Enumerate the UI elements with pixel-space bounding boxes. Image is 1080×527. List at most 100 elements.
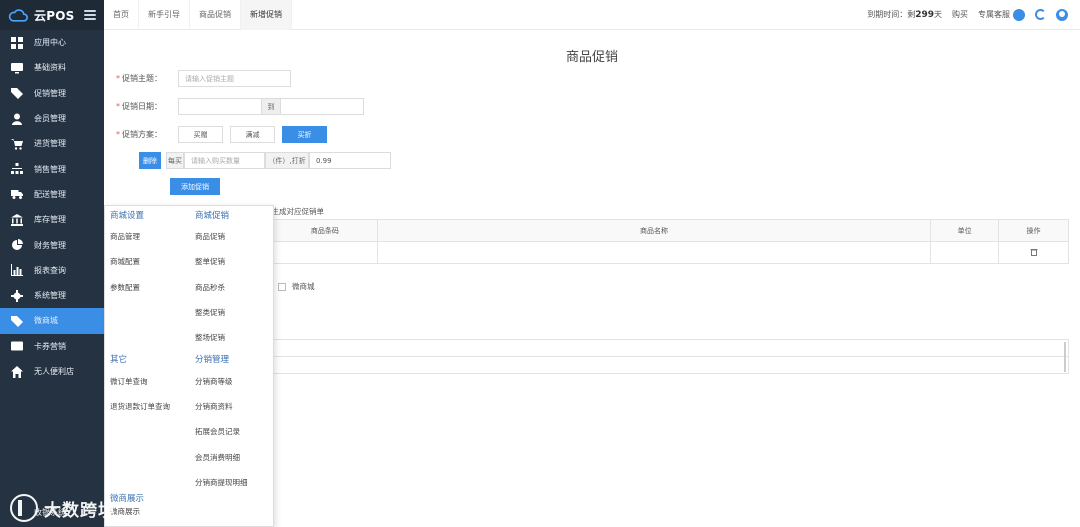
support-link[interactable]: 专属客服 [978, 8, 1025, 21]
sidebar-item-label: 卡券营销 [34, 341, 66, 351]
end-date-input[interactable] [280, 98, 364, 115]
monitor-icon [10, 62, 24, 74]
sidebar-item-9[interactable]: 报表查询 [0, 258, 104, 283]
menu-item[interactable]: 参数配置 [110, 275, 195, 300]
menu-item[interactable]: 商品管理 [110, 224, 195, 249]
sidebar-item-10[interactable]: 系统管理 [0, 283, 104, 308]
date-row: * 促销日期： 到 [116, 98, 364, 115]
renew-link[interactable]: 购买 [952, 9, 968, 20]
menu-item[interactable]: 分销商提现明细 [195, 470, 280, 495]
sidebar-item-13[interactable]: 无人便利店 [0, 359, 104, 384]
table-header-row: 商品条码 商品名称 单位 操作 [272, 219, 1069, 242]
wechat-mall-label: 微商城 [292, 282, 315, 291]
product-table: 商品条码 商品名称 单位 操作 [272, 219, 1069, 264]
sidebar-item-3[interactable]: 会员管理 [0, 106, 104, 131]
bank-icon [10, 213, 24, 226]
sidebar-item-label: 财务管理 [34, 240, 66, 250]
tab-0[interactable]: 首页 [104, 0, 139, 30]
sidebar-item-11[interactable]: 微商城 [0, 308, 104, 334]
date-separator: 到 [262, 98, 280, 115]
hierarchy-icon [10, 163, 24, 175]
menu-item[interactable]: 分销商等级 [195, 368, 280, 393]
brand-bar: 云POS [0, 0, 104, 30]
sidebar-item-4[interactable]: 进货管理 [0, 131, 104, 156]
wechat-mall-option[interactable]: 微商城 [278, 281, 315, 292]
sidebar-item-label: 系统管理 [34, 291, 66, 301]
menu-item[interactable]: 退货退款订单查询 [110, 394, 195, 419]
scheme-option-0[interactable]: 买赠 [178, 126, 223, 143]
sidebar-item-6[interactable]: 配送管理 [0, 182, 104, 207]
refresh-icon[interactable] [1035, 9, 1046, 20]
rule-row: 删除 每买 请输入购买数量 （件）,打折 0.99 [139, 152, 391, 169]
sidebar-item-label: 销售管理 [34, 164, 66, 174]
sidebar-item-12[interactable]: 卡券营销 [0, 334, 104, 359]
trash-icon[interactable] [1030, 248, 1038, 256]
person-icon [10, 113, 24, 125]
sidebar-item-label: 微商城 [34, 316, 58, 326]
menu-item[interactable]: 整单促销 [195, 249, 280, 274]
menu-item[interactable]: 整类促销 [195, 300, 280, 325]
sidebar-item-0[interactable]: 应用中心 [0, 30, 104, 55]
sidebar-item-2[interactable]: 促销管理 [0, 81, 104, 106]
sidebar-item-label: 报表查询 [34, 265, 66, 275]
tab-1[interactable]: 新手引导 [139, 0, 190, 30]
subject-input[interactable]: 请输入促销主题 [178, 70, 291, 87]
quantity-input[interactable]: 请输入购买数量 [184, 152, 265, 169]
menu-spacer [110, 325, 195, 350]
menu-item[interactable]: 微订单查询 [110, 368, 195, 393]
sidebar-item-label: 库存管理 [34, 215, 66, 225]
sidebar-item-label: 应用中心 [34, 38, 66, 48]
menu-item[interactable]: 整场促销 [195, 325, 280, 350]
page-title: 商品促销 [565, 50, 618, 65]
truck-icon [10, 188, 24, 200]
menu-item[interactable]: 商品促销 [195, 224, 280, 249]
tab-2[interactable]: 商品促销 [190, 0, 241, 30]
col-name: 商品名称 [376, 219, 932, 242]
scheme-row: * 促销方案： 买赠 满减 买折 [116, 126, 334, 143]
sidebar-item-8[interactable]: 财务管理 [0, 232, 104, 257]
panel-scrollbar[interactable] [1064, 342, 1066, 372]
unit-cell [930, 241, 1000, 264]
action-cell [998, 241, 1069, 264]
menu-item[interactable]: 商品秒杀 [195, 275, 280, 300]
sidebar-item-7[interactable]: 库存管理 [0, 207, 104, 232]
name-cell[interactable] [376, 241, 932, 264]
customer-service-icon [1013, 8, 1025, 21]
topbar: 首页 新手引导 商品促销 新增促销 到期时间：剩299天 购买 专属客服 [104, 0, 1080, 30]
tab-3[interactable]: 新增促销 [241, 0, 292, 30]
user-icon[interactable] [1056, 8, 1068, 21]
sidebar-item-label: 无人便利店 [34, 367, 74, 376]
app-title: 云POS [34, 8, 75, 23]
menu-group-head: 商城设置 [110, 211, 145, 221]
menu-item[interactable]: 分销商资料 [195, 394, 280, 419]
pie-icon [10, 239, 24, 251]
product-table-wrap: 商品条码 商品名称 单位 操作 [272, 219, 1069, 264]
col-unit: 单位 [930, 219, 1000, 242]
scheme-option-1[interactable]: 满减 [230, 126, 275, 143]
menu-item[interactable]: 商城配置 [110, 249, 195, 274]
menu-item[interactable]: 拓展会员记录 [195, 419, 280, 444]
watermark-logo: 大数跨境 收银系统 [10, 493, 170, 523]
sidebar-item-5[interactable]: 销售管理 [0, 156, 104, 181]
card-icon [10, 340, 24, 352]
delete-rule-button[interactable]: 删除 [139, 152, 161, 169]
menu-toggle-icon[interactable] [84, 10, 97, 20]
scheme-option-2[interactable]: 买折 [282, 126, 327, 143]
tab-bar: 首页 新手引导 商品促销 新增促销 [104, 0, 292, 30]
add-promotion-button[interactable]: 添加促销 [170, 178, 220, 195]
sidebar-item-label: 基础资料 [34, 63, 66, 73]
scheme-label: * 促销方案： [116, 130, 162, 139]
home-icon [10, 365, 24, 378]
menu-item[interactable]: 会员消费明细 [195, 444, 280, 469]
menu-group-head: 其它 [110, 355, 128, 366]
subject-row: * 促销主题： 请输入促销主题 [116, 70, 291, 87]
tag-icon [10, 87, 24, 100]
grid-icon [10, 36, 24, 49]
barcode-cell[interactable] [272, 241, 378, 264]
start-date-input[interactable] [178, 98, 262, 115]
sidebar-item-1[interactable]: 基础资料 [0, 55, 104, 80]
bar-chart-icon [10, 264, 24, 277]
date-label: * 促销日期： [116, 102, 162, 111]
discount-input[interactable]: 0.99 [309, 152, 391, 169]
wechat-mall-dropdown: 商城设置 商品管理 商城配置 参数配置 其它 微订单查询 退货退款订单查询 商城促销 商品促销… [104, 205, 274, 527]
